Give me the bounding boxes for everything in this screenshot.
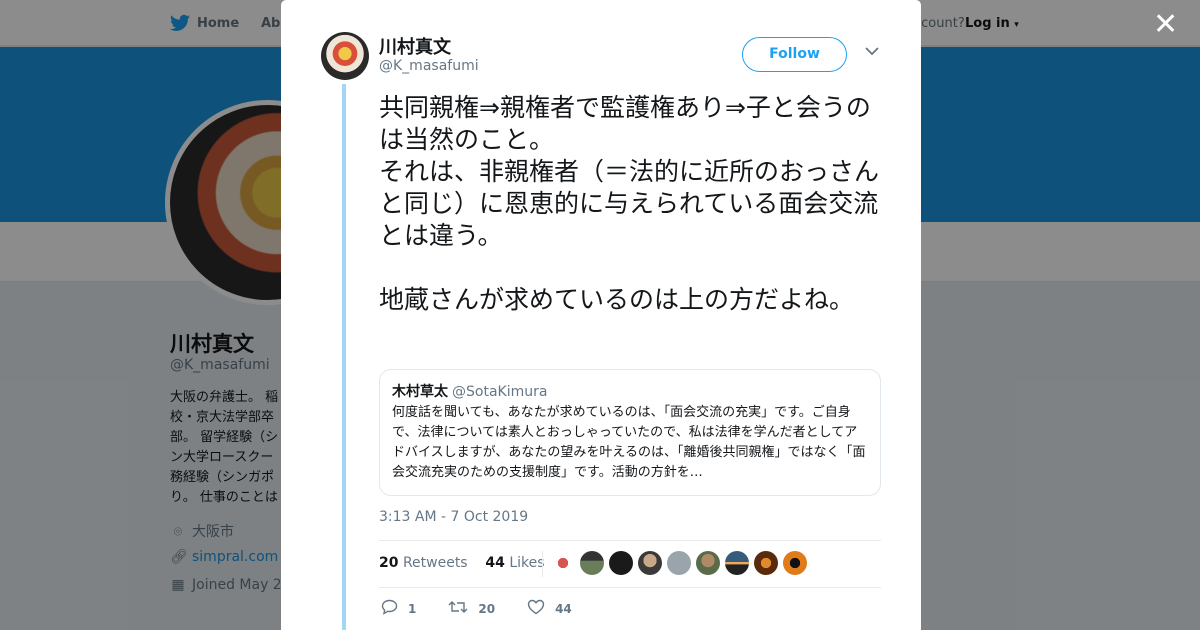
reply-button[interactable]: 1 xyxy=(381,599,416,619)
like-button[interactable]: 44 xyxy=(527,599,572,619)
tweet-timestamp[interactable]: 3:13 AM - 7 Oct 2019 xyxy=(379,509,528,525)
quoted-author-name: 木村草太 xyxy=(392,384,448,400)
close-icon[interactable]: ✕ xyxy=(1153,10,1178,40)
tweet-modal: 川村真文 @K_masafumi Follow 共同親権⇒親権者で監護権あり⇒子… xyxy=(281,0,921,630)
retweets-stat[interactable]: 20 Retweets xyxy=(379,555,468,571)
liker-avatar[interactable] xyxy=(609,551,633,575)
divider xyxy=(379,587,881,588)
retweet-icon xyxy=(448,599,468,619)
quoted-tweet-text: 何度話を聞いても、あなたが求めているのは、「面会交流の充実」です。ご自身で、法律… xyxy=(392,405,866,480)
author-name[interactable]: 川村真文 xyxy=(379,33,451,59)
liker-avatar[interactable] xyxy=(696,551,720,575)
tweet-stats: 20 Retweets 44 Likes xyxy=(379,555,545,571)
likes-stat[interactable]: 44 Likes xyxy=(485,555,544,571)
chevron-down-icon[interactable] xyxy=(865,44,879,60)
heart-icon xyxy=(527,599,545,619)
follow-button[interactable]: Follow xyxy=(742,37,847,72)
author-handle[interactable]: @K_masafumi xyxy=(379,58,479,74)
tweet-actions: 1 20 44 xyxy=(381,599,604,619)
divider xyxy=(379,540,881,541)
liker-avatar[interactable] xyxy=(783,551,807,575)
liker-avatars xyxy=(542,551,807,577)
quoted-tweet[interactable]: 木村草太 @SotaKimura 何度話を聞いても、あなたが求めているのは、「面会… xyxy=(379,369,881,496)
retweet-button[interactable]: 20 xyxy=(448,599,495,619)
tweet-text: 共同親権⇒親権者で監護権あり⇒子と会うのは当然のこと。 それは、非親権者（＝法的… xyxy=(379,93,880,314)
liker-avatar[interactable] xyxy=(551,551,575,575)
quoted-author-handle: @SotaKimura xyxy=(452,384,548,400)
reply-icon xyxy=(381,599,398,619)
liker-avatar[interactable] xyxy=(754,551,778,575)
liker-avatar[interactable] xyxy=(725,551,749,575)
liker-avatar[interactable] xyxy=(638,551,662,575)
liker-avatar[interactable] xyxy=(580,551,604,575)
liker-avatar[interactable] xyxy=(667,551,691,575)
author-avatar[interactable] xyxy=(321,32,369,80)
thread-line xyxy=(342,84,346,630)
